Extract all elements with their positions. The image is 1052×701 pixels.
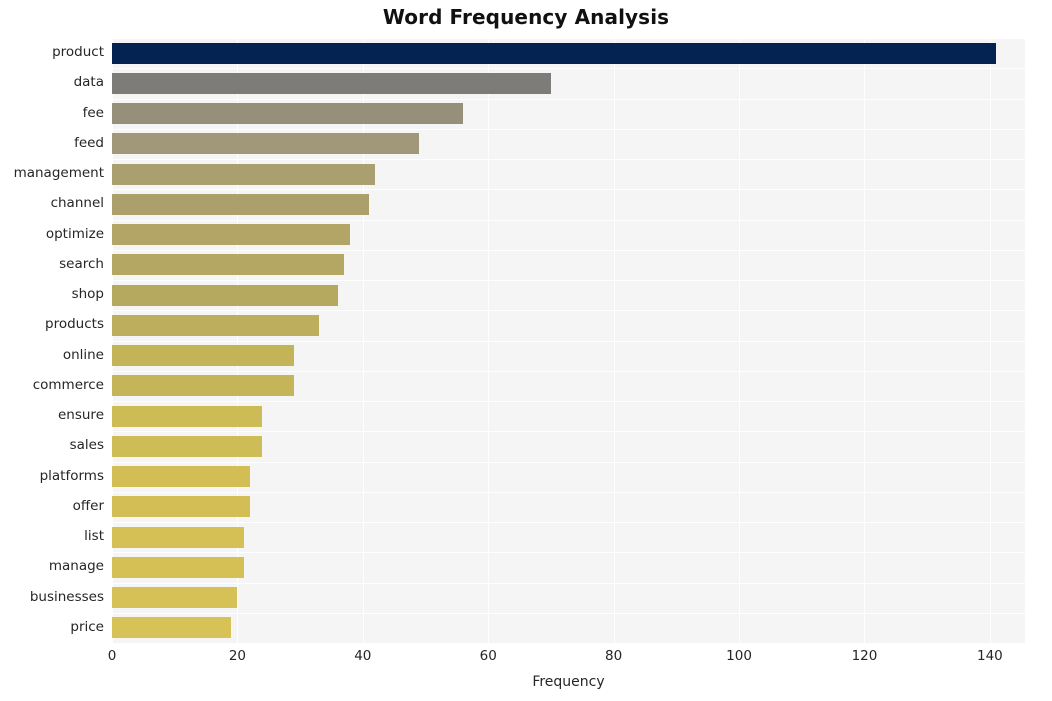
- y-tick-label-ensure: ensure: [57, 407, 104, 424]
- x-tick-label-140: 140: [976, 648, 1003, 664]
- bar-row: [112, 466, 1025, 488]
- bar-row: [112, 375, 1025, 397]
- x-tick-label-80: 80: [605, 648, 623, 664]
- x-tick-label-40: 40: [354, 648, 372, 664]
- bar[interactable]: [112, 72, 551, 94]
- y-gridline: [112, 310, 1025, 312]
- y-tick-label-management: management: [13, 165, 104, 182]
- chart-figure: Word Frequency Analysis product data fee fe…: [0, 0, 1052, 701]
- y-tick-label-shop: shop: [71, 286, 104, 303]
- bar[interactable]: [112, 466, 250, 488]
- bar-row: [112, 284, 1025, 306]
- x-axis-tick-labels: 0 20 40 60 80 100 120 140: [108, 648, 1025, 670]
- y-tick-label-optimize: optimize: [45, 225, 104, 242]
- bar-row: [112, 103, 1025, 125]
- y-gridline: [112, 461, 1025, 463]
- y-gridline: [112, 612, 1025, 614]
- y-tick-label-channel: channel: [50, 195, 104, 212]
- y-gridline: [112, 189, 1025, 191]
- y-gridline: [112, 431, 1025, 433]
- bar[interactable]: [112, 526, 244, 548]
- bar[interactable]: [112, 314, 319, 336]
- y-gridline: [112, 401, 1025, 402]
- bar-row: [112, 435, 1025, 457]
- bar-row: [112, 224, 1025, 246]
- bar-row: [112, 526, 1025, 548]
- bar[interactable]: [112, 345, 294, 367]
- y-tick-label-list: list: [84, 528, 104, 545]
- bar[interactable]: [112, 103, 464, 125]
- bar-row: [112, 587, 1025, 609]
- bar-row: [112, 405, 1025, 427]
- bar-row: [112, 133, 1025, 155]
- y-tick-label-feed: feed: [74, 134, 104, 151]
- bar[interactable]: [112, 163, 376, 185]
- bar-row: [112, 496, 1025, 518]
- y-axis-tick-labels: product data fee feed management channel optim…: [0, 38, 104, 643]
- bar-row: [112, 254, 1025, 276]
- x-tick-label-0: 0: [107, 648, 117, 664]
- y-tick-label-data: data: [73, 74, 104, 91]
- bar-row: [112, 42, 1025, 64]
- bar[interactable]: [112, 284, 338, 306]
- y-gridline: [112, 552, 1025, 554]
- y-tick-label-commerce: commerce: [32, 376, 104, 393]
- y-tick-label-price: price: [70, 618, 104, 635]
- y-tick-label-sales: sales: [69, 437, 104, 454]
- bar[interactable]: [112, 42, 997, 64]
- bar[interactable]: [112, 556, 244, 578]
- y-tick-label-platforms: platforms: [39, 467, 104, 484]
- plot-area: [112, 38, 1025, 644]
- bar[interactable]: [112, 617, 232, 639]
- bar-row: [112, 556, 1025, 578]
- y-gridline: [112, 522, 1025, 523]
- y-gridline: [112, 68, 1025, 70]
- bar-row: [112, 345, 1025, 367]
- bar[interactable]: [112, 133, 420, 155]
- bar-row: [112, 617, 1025, 639]
- y-gridline: [112, 491, 1025, 493]
- y-gridline: [112, 340, 1025, 342]
- y-gridline: [112, 98, 1025, 100]
- y-gridline: [112, 280, 1025, 281]
- bar-row: [112, 193, 1025, 215]
- bar[interactable]: [112, 224, 351, 246]
- bar[interactable]: [112, 587, 238, 609]
- x-axis-label: Frequency: [532, 674, 605, 690]
- bar-row: [112, 163, 1025, 185]
- y-gridline: [112, 159, 1025, 160]
- y-gridline: [112, 219, 1025, 221]
- x-tick-label-60: 60: [479, 648, 497, 664]
- bar-row: [112, 72, 1025, 94]
- y-tick-label-businesses: businesses: [29, 588, 104, 605]
- y-gridline: [112, 249, 1025, 251]
- y-gridline: [112, 582, 1025, 584]
- bar[interactable]: [112, 193, 370, 215]
- y-gridline: [112, 128, 1025, 130]
- bar-row: [112, 314, 1025, 336]
- chart-title: Word Frequency Analysis: [382, 5, 670, 29]
- bar[interactable]: [112, 254, 344, 276]
- x-tick-label-20: 20: [228, 648, 246, 664]
- y-tick-label-offer: offer: [72, 497, 104, 514]
- y-tick-label-online: online: [62, 346, 104, 363]
- bar[interactable]: [112, 375, 294, 397]
- y-tick-label-fee: fee: [82, 104, 104, 121]
- x-tick-label-120: 120: [851, 648, 878, 664]
- y-gridline: [112, 643, 1025, 644]
- y-gridline: [112, 370, 1025, 372]
- y-tick-label-search: search: [59, 255, 104, 272]
- y-gridline: [112, 38, 1025, 39]
- y-tick-label-products: products: [45, 316, 104, 333]
- x-tick-label-100: 100: [726, 648, 752, 664]
- y-tick-label-product: product: [52, 44, 104, 61]
- bar[interactable]: [112, 435, 263, 457]
- y-tick-label-manage: manage: [48, 558, 104, 575]
- bar[interactable]: [112, 496, 250, 518]
- bar[interactable]: [112, 405, 263, 427]
